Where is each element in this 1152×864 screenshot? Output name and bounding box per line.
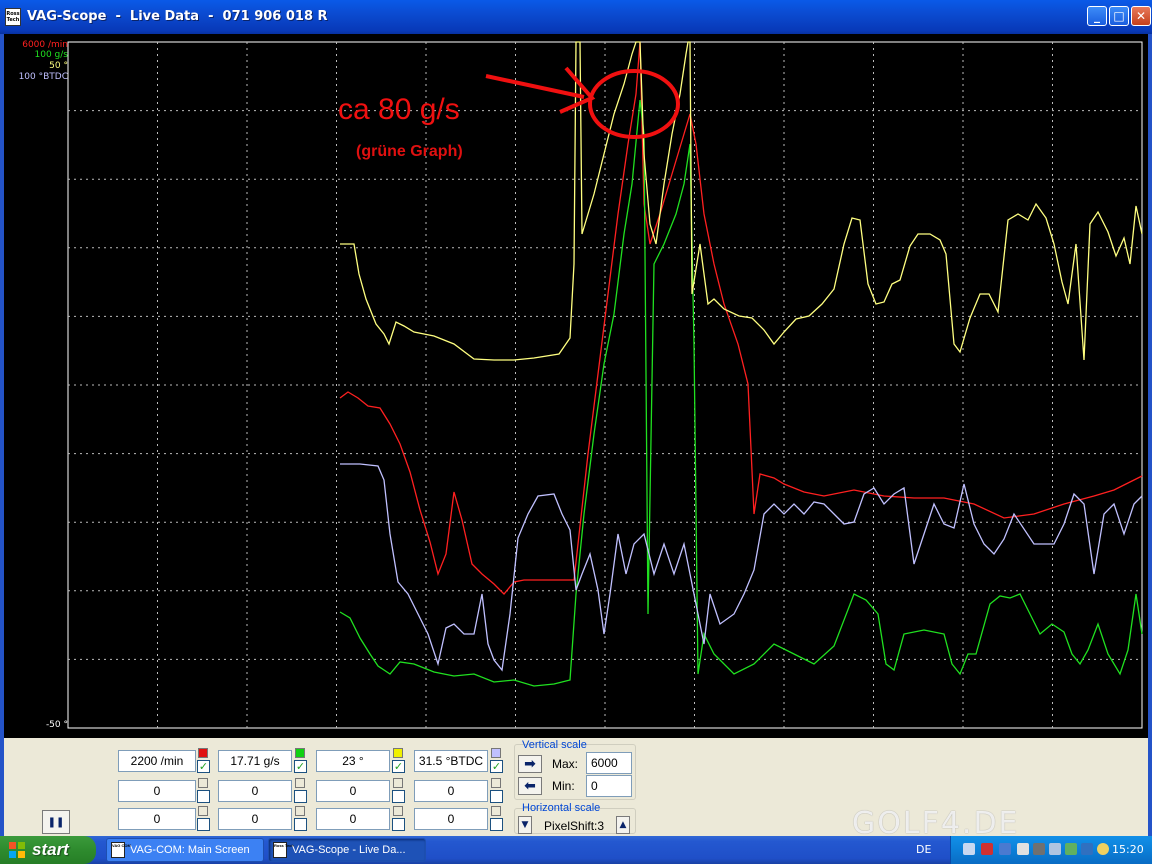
maximize-button[interactable]: □ [1109, 6, 1129, 26]
language-indicator[interactable]: DE [916, 843, 931, 856]
channel-color-timing[interactable] [393, 748, 403, 758]
channel-slot-checkbox[interactable] [197, 790, 210, 803]
channel-checkbox-maf[interactable]: ✓ [294, 760, 307, 773]
start-button[interactable]: start [0, 836, 96, 864]
channel-slot-color[interactable] [198, 778, 208, 788]
channel-value-rpm: 2200 /min [118, 750, 196, 772]
pause-button[interactable]: ❚❚ [42, 810, 70, 834]
channel-slot-color[interactable] [198, 806, 208, 816]
annotation-arrow-line [485, 74, 585, 99]
channel-label-timing: 50 ° [49, 61, 68, 71]
channel-label-btdc: 100 °BTDC [18, 72, 68, 82]
usb-icon[interactable] [1049, 843, 1061, 855]
channel-slot-value: 0 [414, 808, 488, 830]
annotation-arrow-graphic [485, 66, 680, 139]
taskbar-item-label: VAG-COM: Main Screen [130, 844, 250, 856]
windows-logo-icon [9, 842, 25, 858]
trace-rpm [339, 41, 1143, 595]
channel-slot-color[interactable] [491, 778, 501, 788]
channel-slot-color[interactable] [295, 778, 305, 788]
close-button[interactable]: ✕ [1131, 6, 1151, 26]
channel-slot-value: 0 [118, 808, 196, 830]
channel-value-maf: 17.71 g/s [218, 750, 292, 772]
annotation-subtext: (grüne Graph) [356, 143, 463, 160]
channel-label-rpm: 6000 /min [22, 40, 68, 50]
wifi-icon[interactable] [1097, 843, 1109, 855]
channel-slot-checkbox[interactable] [392, 790, 405, 803]
channel-checkbox-timing[interactable]: ✓ [392, 760, 405, 773]
scope-display[interactable]: 6000 /min 100 g/s 50 ° 100 °BTDC -50 ° c… [0, 34, 1152, 738]
window-title: VAG-Scope - Live Data - 071 906 018 R [27, 9, 328, 24]
minimize-button[interactable]: _ [1087, 6, 1107, 26]
scale-decrease-button[interactable]: ⬅ [518, 777, 542, 795]
network-icon[interactable] [963, 843, 975, 855]
min-input[interactable]: 0 [586, 775, 632, 797]
security-alert-icon[interactable] [981, 843, 993, 855]
rosstech-icon: Ross Tech [273, 842, 294, 858]
title-bar[interactable]: Ross Tech VAG-Scope - Live Data - 071 90… [0, 0, 1152, 34]
channel-checkbox-btdc[interactable]: ✓ [490, 760, 503, 773]
channel-slot-checkbox[interactable] [490, 790, 503, 803]
taskbar-item-vagcom[interactable]: VAG COM VAG-COM: Main Screen [106, 838, 264, 862]
trace-timing [340, 41, 1143, 361]
start-label: start [32, 840, 69, 859]
channel-color-btdc[interactable] [491, 748, 501, 758]
bluetooth-icon[interactable] [999, 843, 1011, 855]
trace-maf [339, 99, 1143, 687]
channel-slot-checkbox[interactable] [294, 818, 307, 831]
settings-icon[interactable] [1017, 843, 1029, 855]
scale-increase-button[interactable]: ➡ [518, 755, 542, 773]
vagcom-icon: VAG COM [111, 842, 131, 858]
channel-value-btdc: 31.5 °BTDC [414, 750, 488, 772]
app-logo-icon: Ross Tech [5, 8, 21, 26]
channel-slot-color[interactable] [295, 806, 305, 816]
pixelshift-value: PixelShift:3 [544, 819, 605, 833]
channel-checkbox-rpm[interactable]: ✓ [197, 760, 210, 773]
channel-slot-value: 0 [218, 780, 292, 802]
power-icon[interactable] [1065, 843, 1077, 855]
plot-traces [339, 41, 1143, 687]
channel-label-maf: 100 g/s [34, 50, 68, 60]
channel-slot-value: 0 [218, 808, 292, 830]
channel-slot-checkbox[interactable] [197, 818, 210, 831]
channel-color-maf[interactable] [295, 748, 305, 758]
channel-slot-value: 0 [316, 780, 390, 802]
channel-slot-checkbox[interactable] [392, 818, 405, 831]
channel-value-timing: 23 ° [316, 750, 390, 772]
taskbar: start VAG COM VAG-COM: Main Screen Ross … [0, 836, 1152, 864]
channel-slot-checkbox[interactable] [294, 790, 307, 803]
channel-slot-color[interactable] [491, 806, 501, 816]
max-input[interactable]: 6000 [586, 752, 632, 774]
trace-btdc [340, 463, 1143, 672]
horizontal-scale-label: Horizontal scale [522, 802, 601, 814]
taskbar-item-vagscope[interactable]: Ross Tech VAG-Scope - Live Da... [268, 838, 426, 862]
channel-slot-value: 0 [414, 780, 488, 802]
channel-color-rpm[interactable] [198, 748, 208, 758]
channel-slot-color[interactable] [393, 778, 403, 788]
channel-slot-checkbox[interactable] [490, 818, 503, 831]
connection-icon[interactable] [1081, 843, 1093, 855]
annotation-text: ca 80 g/s [338, 93, 460, 126]
channel-slot-value: 0 [316, 808, 390, 830]
vertical-scale-label: Vertical scale [522, 739, 587, 751]
axis-bottom-label: -50 ° [45, 720, 68, 730]
max-label: Max: [552, 757, 579, 771]
min-label: Min: [552, 779, 575, 793]
channel-slot-value: 0 [118, 780, 196, 802]
taskbar-item-label: VAG-Scope - Live Da... [292, 844, 406, 856]
pixelshift-down-button[interactable]: ▼ [518, 816, 532, 834]
scope-plot [67, 41, 1143, 729]
channel-slot-color[interactable] [393, 806, 403, 816]
pixelshift-up-button[interactable]: ▲ [616, 816, 630, 834]
clock: 15:20 [1112, 843, 1144, 856]
speaker-icon[interactable] [1033, 843, 1045, 855]
